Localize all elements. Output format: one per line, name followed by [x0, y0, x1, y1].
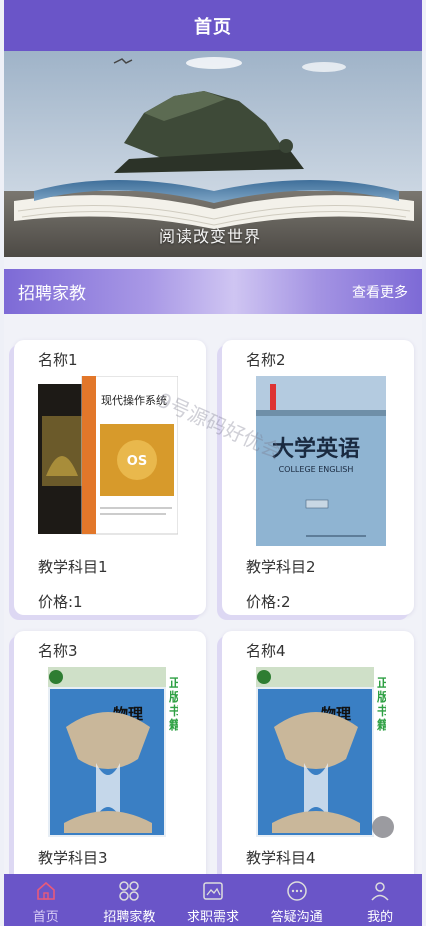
- chat-icon: [284, 878, 310, 904]
- svg-text:籍: 籍: [169, 717, 178, 732]
- tab-label: 我的: [367, 910, 394, 925]
- card-subject: 教学科目4: [246, 849, 316, 867]
- section-header-tutors: 招聘家教 查看更多: [4, 269, 422, 314]
- tab-home[interactable]: 首页: [4, 874, 88, 926]
- banner-carousel[interactable]: 阅读改变世界: [4, 51, 422, 257]
- floating-assist-button[interactable]: [372, 816, 394, 838]
- tutor-card[interactable]: 名称1 现代操作系统 OS 教学科目1 价格:1: [14, 340, 206, 615]
- book-title-text: 现代操作系统: [101, 393, 167, 407]
- image-icon: [200, 878, 226, 904]
- book-title-text: 大学英语: [272, 436, 360, 462]
- svg-text:正: 正: [377, 676, 386, 690]
- tutor-card[interactable]: 名称3 物理 正 版 书 籍 教学科目3: [14, 631, 206, 906]
- svg-text:正: 正: [169, 676, 178, 690]
- page-title: 首页: [194, 16, 232, 38]
- book-subtitle-text: COLLEGE ENGLISH: [279, 465, 354, 474]
- card-subject: 教学科目1: [38, 558, 108, 576]
- svg-text:版: 版: [169, 689, 178, 704]
- tutor-card[interactable]: 名称2 大学英语 COLLEGE ENGLISH 教学科目2 价格:2: [222, 340, 414, 615]
- user-icon: [367, 878, 393, 904]
- tutor-card-grid: 名称1 现代操作系统 OS 教学科目1 价格:1 名称2 大学英语 COLLEG…: [4, 314, 422, 906]
- tab-label: 求职需求: [186, 910, 239, 925]
- card-price: 价格:1: [38, 593, 83, 611]
- tab-label: 招聘家教: [103, 910, 156, 925]
- svg-text:OS: OS: [127, 454, 147, 469]
- banner-caption: 阅读改变世界: [159, 227, 262, 246]
- tab-tutors[interactable]: 招聘家教: [88, 874, 172, 926]
- book-cover-image: 物理 正 版 书 籍: [246, 667, 389, 837]
- tutor-card[interactable]: 名称4 物理 正 版 书 籍 教学科目4: [222, 631, 414, 906]
- book-cover-image: 现代操作系统 OS: [38, 375, 179, 546]
- tab-qa[interactable]: 答疑沟通: [255, 874, 339, 926]
- svg-text:书: 书: [169, 703, 178, 718]
- bottom-tab-bar: 首页 招聘家教 求职需求 答疑沟通 我的: [4, 874, 422, 926]
- card-subject: 教学科目2: [246, 558, 316, 576]
- view-more-link[interactable]: 查看更多: [352, 282, 408, 302]
- app-screen: 首页 阅读改变世界 招聘家教 查看更多 名称1 现代操作系统 OS 教学科目1 …: [4, 0, 422, 926]
- home-icon: [33, 878, 59, 904]
- grid-icon: [116, 878, 142, 904]
- card-name: 名称3: [38, 642, 78, 660]
- card-name: 名称4: [246, 642, 286, 660]
- tab-job-requests[interactable]: 求职需求: [171, 874, 255, 926]
- card-price: 价格:2: [246, 593, 291, 611]
- book-cover-image: 大学英语 COLLEGE ENGLISH: [246, 376, 386, 546]
- tab-label: 答疑沟通: [270, 910, 323, 925]
- svg-text:籍: 籍: [377, 717, 386, 732]
- svg-text:版: 版: [377, 689, 386, 704]
- card-name: 名称2: [246, 351, 286, 369]
- card-name: 名称1: [38, 351, 78, 369]
- tab-mine[interactable]: 我的: [338, 874, 422, 926]
- svg-text:书: 书: [377, 703, 386, 718]
- card-subject: 教学科目3: [38, 849, 108, 867]
- book-cover-image: 物理 正 版 书 籍: [38, 667, 181, 837]
- page-header: 首页: [4, 0, 422, 51]
- section-title: 招聘家教: [18, 284, 86, 304]
- tab-label: 首页: [32, 910, 59, 925]
